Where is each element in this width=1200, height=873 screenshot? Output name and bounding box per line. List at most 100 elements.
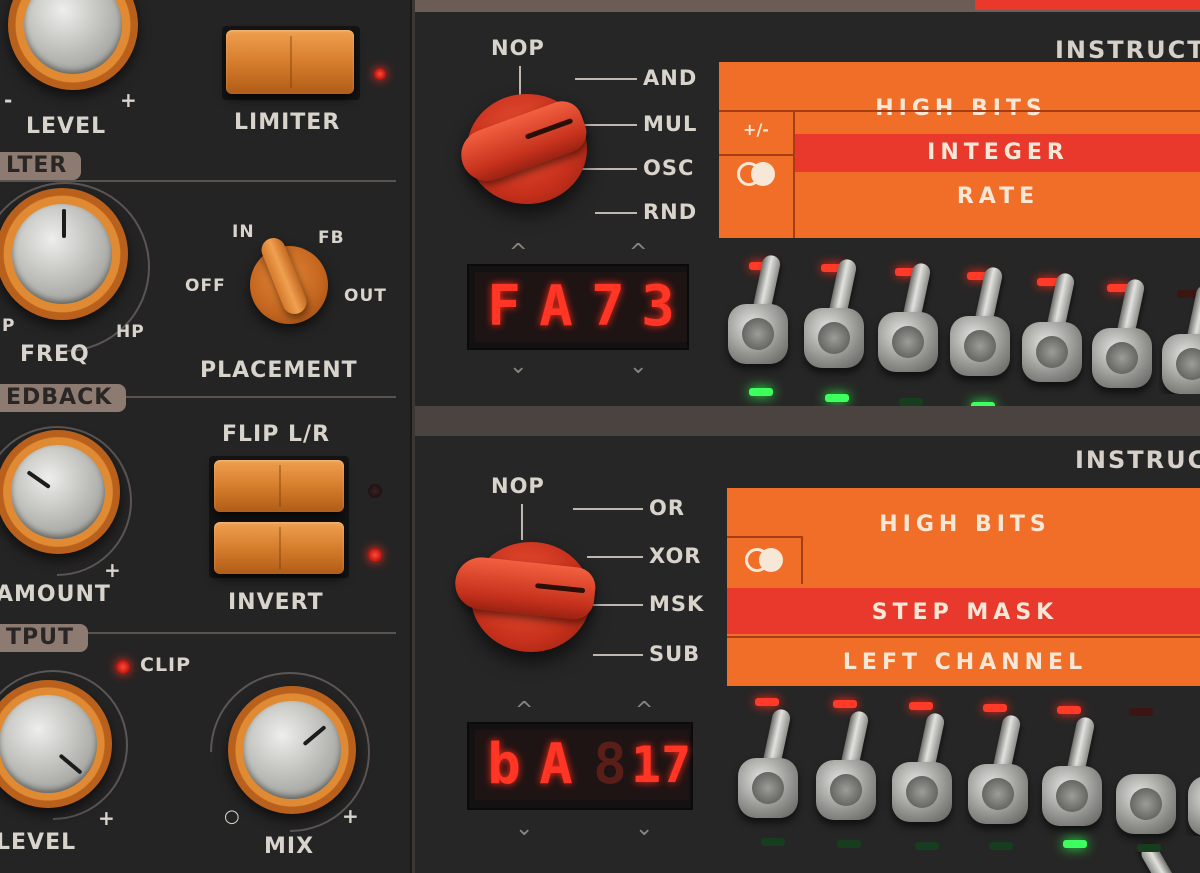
flip-led: [368, 484, 382, 498]
mix-plus-label: +: [342, 804, 360, 828]
instr2-up-chevron[interactable]: ^: [635, 698, 653, 723]
placement-fb-label: FB: [318, 228, 345, 248]
instr2-op-or: OR: [649, 496, 686, 520]
limiter-label: LIMITER: [234, 110, 341, 135]
instr1-op-and: AND: [643, 66, 698, 90]
amount-plus-label: +: [104, 558, 122, 582]
panel-line: [801, 536, 803, 584]
instr2-led-red: [833, 700, 857, 708]
instr1-up-chevron[interactable]: ^: [509, 240, 527, 265]
instr1-bit-toggle[interactable]: [1159, 284, 1200, 394]
instr1-link-icon[interactable]: [737, 162, 777, 188]
clip-led: [116, 660, 130, 674]
left-panel: - + LEVEL LIMITER LTER P HP FREQ OFF IN …: [0, 0, 410, 873]
instr1-op-rnd: RND: [643, 200, 698, 224]
instr1-bit-toggle[interactable]: [801, 257, 867, 368]
instr2-line: [521, 504, 523, 540]
mix-knob[interactable]: [228, 686, 356, 814]
freq-lp-label: P: [2, 316, 16, 336]
instr2-bit-toggle[interactable]: [889, 711, 955, 822]
limiter-switch[interactable]: [226, 30, 354, 94]
invert-switch[interactable]: [214, 522, 344, 574]
instr1-led-green-off: [899, 398, 923, 406]
instr2-link-icon[interactable]: [745, 548, 785, 574]
instr1-bit-toggle[interactable]: [1089, 277, 1155, 388]
instr1-bit-toggle[interactable]: [1019, 271, 1085, 382]
instr1-led-green: [825, 394, 849, 402]
instr2-title: INSTRUC: [1075, 446, 1200, 474]
freq-knob[interactable]: [0, 188, 128, 320]
instr1-top-accent: [975, 0, 1200, 10]
instr2-bit-toggle[interactable]: [1185, 726, 1200, 836]
instr2-down-chevron[interactable]: ⌄: [635, 816, 653, 841]
instr2-digit: 17: [631, 730, 691, 800]
instr2-led-green-off: [989, 842, 1013, 850]
output-section-tab: TPUT: [0, 624, 89, 652]
amount-knob[interactable]: [0, 430, 120, 554]
feedback-section-tab: EDBACK: [0, 384, 127, 412]
instr2-bit-toggle[interactable]: [965, 713, 1031, 824]
instr2-param-panel: HIGH BITS STEP MASK LEFT CHANNEL: [727, 488, 1200, 686]
instr2-left-channel: LEFT CHANNEL: [842, 650, 1088, 675]
out-level-plus-label: +: [98, 806, 116, 830]
instr2-bit-toggle[interactable]: [735, 707, 801, 818]
amount-label: AMOUNT: [0, 582, 111, 607]
instr2-line: [593, 654, 643, 656]
instr2-op-msk: MSK: [649, 592, 705, 616]
instr2-down-chevron[interactable]: ⌄: [515, 816, 533, 841]
instr1-digit: F: [475, 272, 533, 342]
instr1-bit-toggle[interactable]: [947, 265, 1013, 376]
instr1-digit: 3: [629, 272, 687, 342]
instr2-digit: A: [527, 730, 585, 800]
instr2-line: [593, 604, 643, 606]
instr1-sign: +/-: [743, 120, 769, 139]
instr1-display: F A 7 3: [467, 264, 689, 350]
clip-label: CLIP: [140, 654, 192, 676]
instr1-op-osc: OSC: [643, 156, 695, 180]
instr2-display: b A 8 17: [467, 722, 693, 810]
instr1-up-chevron[interactable]: ^: [629, 240, 647, 265]
instr2-line: [587, 556, 643, 558]
level-knob[interactable]: [8, 0, 138, 90]
placement-out-label: OUT: [344, 286, 387, 306]
instr2-bit-toggle[interactable]: [1039, 715, 1105, 826]
instr1-down-chevron[interactable]: ⌄: [509, 354, 527, 379]
out-level-label: LEVEL: [0, 830, 77, 855]
panel-line: [719, 110, 1200, 112]
flip-switch[interactable]: [214, 460, 344, 512]
instr2-bit-toggle[interactable]: [813, 709, 879, 820]
instr2-line: [573, 508, 643, 510]
flip-label: FLIP L/R: [222, 422, 331, 447]
instr1-digit: A: [527, 272, 585, 342]
instr1-down-chevron[interactable]: ⌄: [629, 354, 647, 379]
instr2-led-green-off: [915, 842, 939, 850]
instr2-bit-toggle[interactable]: [1113, 724, 1190, 873]
level-plus-label: +: [120, 88, 138, 112]
mix-label: MIX: [264, 834, 315, 859]
instr1-led-green: [749, 388, 773, 396]
panel-line: [719, 154, 793, 156]
instr1-title: INSTRUCT: [1055, 36, 1200, 64]
instr1-high-bits: HIGH BITS: [875, 96, 1047, 121]
invert-label: INVERT: [228, 590, 324, 615]
mix-min-label: ○: [224, 806, 241, 827]
instr2-led-green: [1063, 840, 1087, 848]
instr2-high-bits: HIGH BITS: [879, 512, 1051, 537]
instr2-led-green-off: [837, 840, 861, 848]
instr2-op-sub: SUB: [649, 642, 701, 666]
instr2-up-chevron[interactable]: ^: [515, 698, 533, 723]
instr2-led-red: [755, 698, 779, 706]
instr1-bit-toggle[interactable]: [725, 253, 791, 364]
instr2-led-green-off: [1137, 844, 1161, 852]
instr1-bit-toggle[interactable]: [875, 261, 941, 372]
instr1-op-nop: NOP: [491, 36, 545, 60]
placement-off-label: OFF: [185, 276, 226, 296]
panel-line: [727, 536, 803, 538]
instr2-led-red: [1057, 706, 1081, 714]
instr-separator: [415, 406, 1200, 436]
limiter-led: [374, 68, 386, 80]
panel-line: [727, 636, 1200, 638]
instr1-param-panel: HIGH BITS INTEGER +/- RATE: [719, 62, 1200, 238]
placement-label: PLACEMENT: [200, 358, 358, 383]
instr2-step-mask: STEP MASK: [871, 600, 1059, 625]
